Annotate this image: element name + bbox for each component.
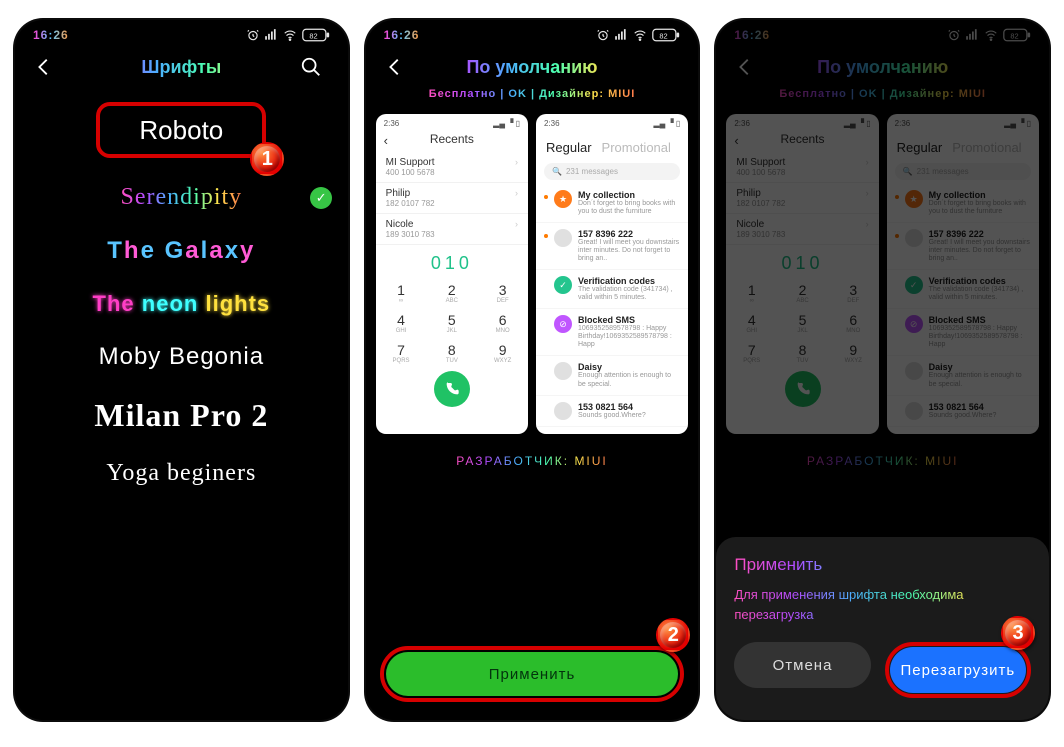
- sheet-text: Для применения шрифта необходима перезаг…: [734, 585, 1031, 624]
- dial-keypad: 1∞ 2ABC 3DEF 4GHI 5JKL 6MNO 7PQRS 8TUV 9…: [376, 278, 528, 368]
- preview-messages[interactable]: 2:36▂▄ ▝ ▯ RegularPromotional 🔍231 messa…: [536, 114, 688, 434]
- status-clock: 16:26: [33, 28, 69, 42]
- list-item: ★My collectionDon´t forget to bring book…: [536, 184, 688, 223]
- arrow-left-icon: [384, 56, 406, 78]
- mini-status-icons: ▂▄ ▝ ▯: [654, 119, 681, 128]
- sheet-title: Применить: [734, 555, 1031, 575]
- font-list: Roboto 1 Serendipity ✓ The Galaxy The ne…: [15, 102, 348, 487]
- call-button: [434, 371, 470, 407]
- reboot-button[interactable]: Перезагрузить: [890, 647, 1026, 693]
- signal-icon: [264, 28, 278, 42]
- search-bar: 🔍231 messages: [544, 163, 680, 180]
- arrow-left-icon: [33, 56, 55, 78]
- tab-promotional: Promotional: [602, 140, 671, 155]
- messages-list: ★My collectionDon´t forget to bring book…: [536, 184, 688, 427]
- back-button[interactable]: [33, 56, 63, 78]
- font-item-moby[interactable]: Moby Begonia: [99, 343, 264, 371]
- page-title: Шрифты: [63, 57, 300, 78]
- alarm-icon: [246, 28, 260, 42]
- step-badge-2: 2: [656, 618, 690, 652]
- font-item-neon[interactable]: The neon lights: [93, 291, 271, 317]
- phone-icon: [444, 381, 460, 397]
- list-item: Nicole189 3010 783›: [376, 214, 528, 245]
- dialer: 010 1∞ 2ABC 3DEF 4GHI 5JKL 6MNO 7PQRS 8T…: [376, 249, 528, 407]
- phone-screen-1: 16:26 82 Шрифты Roboto 1 Serendipity ✓ T…: [15, 20, 348, 720]
- dial-display: 010: [376, 249, 528, 278]
- tab-regular: Regular: [546, 140, 592, 155]
- list-item: Philip182 0107 782›: [376, 183, 528, 214]
- list-item: ⊘Blocked SMS1069352589578798 : Happy Bir…: [536, 309, 688, 356]
- back-button[interactable]: [384, 56, 414, 78]
- svg-text:82: 82: [309, 31, 317, 40]
- phone-screen-2: 16:26 82 По умолчанию Бесплатно | OK | Д…: [366, 20, 699, 720]
- font-item-serendipity[interactable]: Serendipity: [121, 184, 243, 211]
- apply-button[interactable]: Применить: [386, 652, 679, 696]
- svg-text:82: 82: [660, 31, 668, 40]
- status-bar: 16:26 82: [15, 20, 348, 44]
- status-bar: 16:26 82: [366, 20, 699, 44]
- nav-bar: Шрифты: [15, 44, 348, 86]
- preview-row: 2:36▂▄ ▝ ▯ ‹Recents MI Support400 100 56…: [366, 106, 699, 442]
- list-item: ✓Verification codesThe validation code (…: [536, 270, 688, 309]
- font-label: Roboto: [139, 115, 223, 146]
- font-item-roboto[interactable]: Roboto: [96, 102, 266, 158]
- reboot-highlight: Перезагрузить 3: [885, 642, 1031, 698]
- list-item: DaisyEnough attention is enough to be sp…: [536, 356, 688, 395]
- cancel-button[interactable]: Отмена: [734, 642, 870, 688]
- alarm-icon: [596, 28, 610, 42]
- search-icon: 🔍: [552, 167, 562, 176]
- font-item-yoga[interactable]: Yoga beginers: [106, 460, 256, 487]
- page-title: По умолчанию: [414, 57, 651, 78]
- preview-dialer[interactable]: 2:36▂▄ ▝ ▯ ‹Recents MI Support400 100 56…: [376, 114, 528, 434]
- list-item: 157 8396 222Great! I will meet you downs…: [536, 223, 688, 270]
- phone-screen-3: 16:26 82 По умолчанию Бесплатно | OK | Д…: [716, 20, 1049, 720]
- applied-check-icon: ✓: [310, 187, 332, 209]
- apply-highlight: Применить: [380, 646, 685, 702]
- mini-status-icons: ▂▄ ▝ ▯: [493, 119, 520, 128]
- wifi-icon: [282, 28, 298, 42]
- status-clock: 16:26: [384, 28, 420, 42]
- font-meta: Бесплатно | OK | Дизайнер: MIUI: [366, 88, 699, 100]
- font-item-milan[interactable]: Milan Pro 2: [94, 397, 268, 434]
- nav-bar: По умолчанию: [366, 44, 699, 86]
- status-icons: 82: [596, 28, 680, 42]
- battery-icon: 82: [652, 28, 680, 42]
- recents-list: MI Support400 100 5678› Philip182 0107 7…: [376, 152, 528, 245]
- confirm-sheet: Применить Для применения шрифта необходи…: [716, 537, 1049, 720]
- list-item: 153 0821 564Sounds good.Where?: [536, 396, 688, 427]
- signal-icon: [614, 28, 628, 42]
- battery-icon: 82: [302, 28, 330, 42]
- search-icon: [300, 56, 322, 78]
- step-badge-3: 3: [1001, 616, 1035, 650]
- list-item: MI Support400 100 5678›: [376, 152, 528, 183]
- wifi-icon: [632, 28, 648, 42]
- font-item-galaxy[interactable]: The Galaxy: [107, 237, 255, 265]
- developer-label: РАЗРАБОТЧИК: MIUI: [366, 454, 699, 468]
- arrow-left-icon: ‹: [384, 133, 388, 148]
- status-icons: 82: [246, 28, 330, 42]
- step-badge-1: 1: [250, 142, 284, 176]
- search-button[interactable]: [300, 56, 330, 78]
